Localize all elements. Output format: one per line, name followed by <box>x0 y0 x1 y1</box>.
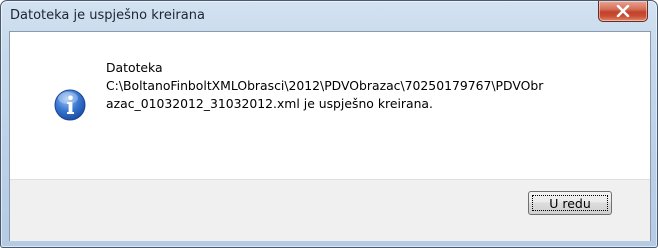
info-icon <box>54 89 86 121</box>
dialog-body: Datoteka C:\BoltanoFinboltXMLObrasci\201… <box>9 31 651 241</box>
ok-button[interactable]: U redu <box>528 191 612 215</box>
message-text: Datoteka C:\BoltanoFinboltXMLObrasci\201… <box>106 59 626 113</box>
window-title: Datoteka je uspješno kreirana <box>10 8 205 23</box>
dialog-window: Datoteka je uspješno kreirana Datoteka C… <box>0 0 658 248</box>
title-bar[interactable]: Datoteka je uspješno kreirana <box>1 1 657 31</box>
button-bar: U redu <box>10 179 650 241</box>
message-line-2: C:\BoltanoFinboltXMLObrasci\2012\PDVObra… <box>106 78 544 93</box>
ok-button-label: U redu <box>549 196 591 211</box>
close-icon <box>616 5 630 17</box>
message-area: Datoteka C:\BoltanoFinboltXMLObrasci\201… <box>10 32 650 179</box>
message-line-3: azac_01032012_31032012.xml je uspješno k… <box>106 96 433 111</box>
message-line-1: Datoteka <box>106 60 163 75</box>
close-button[interactable] <box>598 1 648 22</box>
